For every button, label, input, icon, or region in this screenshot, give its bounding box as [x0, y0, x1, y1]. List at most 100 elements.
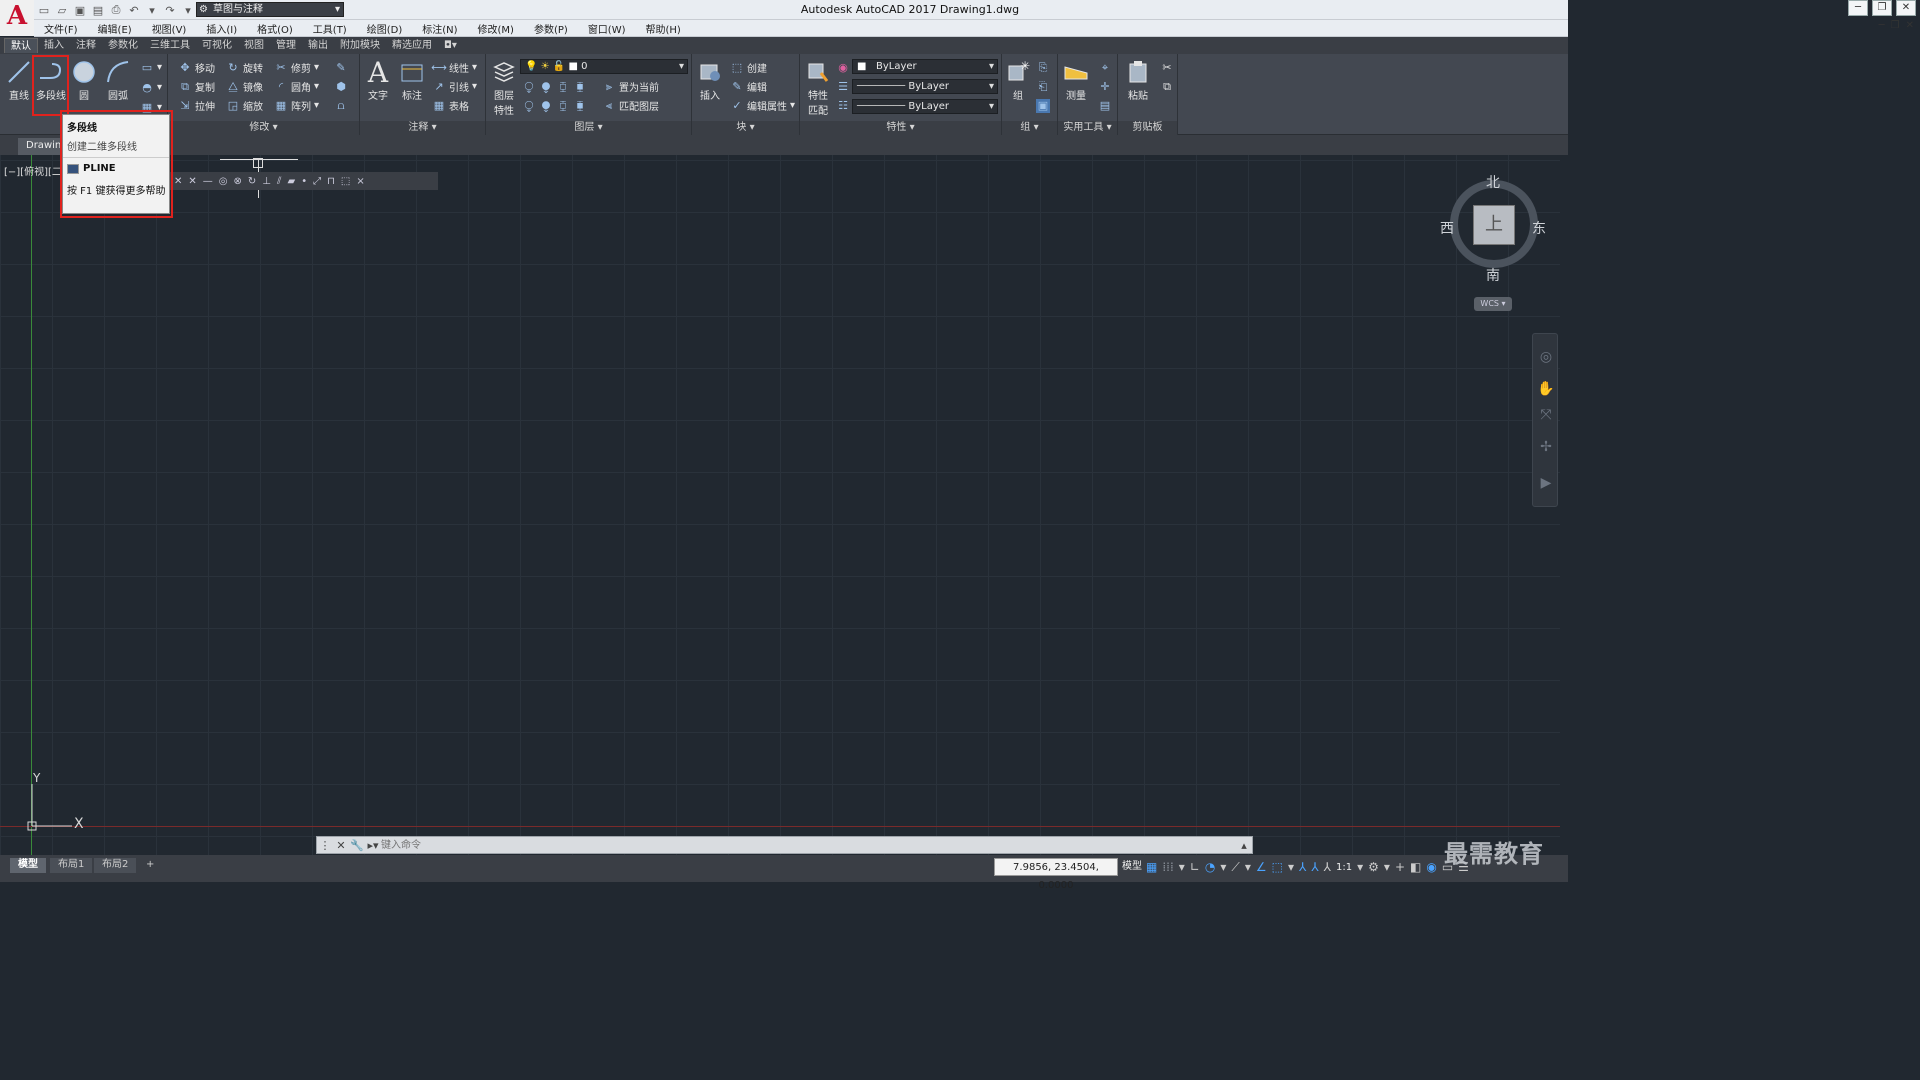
array-button[interactable]: ▦ 阵列 ▾: [274, 97, 319, 114]
panel-groups-title[interactable]: 组 ▾: [1002, 121, 1057, 135]
workspace-select[interactable]: ⚙ 草图与注释 ▾: [196, 2, 344, 17]
snap-line-icon[interactable]: —: [203, 176, 213, 187]
color-wheel-icon[interactable]: ◉: [836, 59, 850, 76]
panel-modify-title[interactable]: 修改 ▾: [168, 121, 359, 135]
paste-button[interactable]: 粘贴: [1122, 57, 1154, 102]
chevron-down-icon[interactable]: ▾: [1179, 860, 1185, 874]
viewcube-top-face[interactable]: 上: [1473, 205, 1515, 245]
grid-icon[interactable]: ▦: [1146, 860, 1157, 874]
osnap-icon[interactable]: ⬚: [1272, 860, 1283, 874]
compass-north[interactable]: 北: [1486, 172, 1500, 192]
menu-file[interactable]: 文件(F): [34, 21, 88, 36]
tab-view[interactable]: 视图: [238, 38, 270, 53]
menu-parametric[interactable]: 参数(P): [524, 21, 578, 36]
video-icon[interactable]: ◘▾: [438, 38, 463, 53]
snap-settings-icon[interactable]: ⬚: [341, 176, 350, 187]
object-snap-tracking-icon[interactable]: ∠: [1256, 860, 1267, 874]
edit-attributes-button[interactable]: ✓ 编辑属性 ▾: [730, 97, 795, 114]
steering-wheel-icon[interactable]: ◎: [1537, 348, 1555, 366]
snap-center-icon[interactable]: ◎: [219, 176, 228, 187]
chevron-down-icon[interactable]: ▾: [1384, 860, 1390, 874]
line-button[interactable]: 直线: [3, 57, 35, 102]
hardware-acceleration-icon[interactable]: ◉: [1426, 860, 1436, 874]
menu-format[interactable]: 格式(O): [247, 21, 303, 36]
panel-layers-title[interactable]: 图层 ▾: [486, 121, 691, 135]
save-icon[interactable]: ▣: [72, 2, 88, 18]
tab-default[interactable]: 默认: [4, 38, 38, 53]
arc-button[interactable]: 圆弧: [102, 57, 134, 102]
offset-icon[interactable]: ⩍: [334, 97, 348, 114]
table-button[interactable]: ▦ 表格: [432, 97, 469, 114]
snap-mode-icon[interactable]: ⁞⁞⁞: [1162, 860, 1173, 874]
tab-visualize[interactable]: 可视化: [196, 38, 238, 53]
plus-icon[interactable]: +: [1395, 860, 1405, 874]
zoom-extents-icon[interactable]: ⤧: [1537, 406, 1555, 424]
leader-button[interactable]: ↗ 引线 ▾: [432, 78, 477, 95]
snap-midpoint-icon[interactable]: ✕: [188, 176, 196, 187]
close-icon[interactable]: ✕: [333, 837, 349, 853]
open-file-icon[interactable]: ▱: [54, 2, 70, 18]
chevron-down-icon[interactable]: ▾: [180, 2, 196, 18]
tab-model[interactable]: 模型: [10, 858, 46, 873]
menu-edit[interactable]: 编辑(E): [88, 21, 142, 36]
annotation-scale-value[interactable]: 1:1: [1336, 862, 1352, 873]
menu-tools[interactable]: 工具(T): [303, 21, 357, 36]
cut-icon[interactable]: ✂: [1160, 59, 1174, 76]
layer-select[interactable]: 💡 ☀ 🔓 ■ 0 ▾: [520, 59, 688, 74]
layer-tools-row1[interactable]: ⧬ ⧭ ⧮ ⧯: [522, 78, 587, 95]
menu-view[interactable]: 视图(V): [142, 21, 197, 36]
tab-annotate[interactable]: 注释: [70, 38, 102, 53]
model-space-button[interactable]: 模型: [1120, 858, 1144, 876]
rotate-button[interactable]: ↻ 旋转: [226, 59, 263, 76]
ortho-icon[interactable]: ∟: [1190, 860, 1200, 874]
edit-block-button[interactable]: ✎ 编辑: [730, 78, 767, 95]
menu-window[interactable]: 窗口(W): [578, 21, 636, 36]
scale-button[interactable]: ◲ 缩放: [226, 97, 263, 114]
quick-select-icon[interactable]: ⌖: [1098, 59, 1112, 76]
undo-icon[interactable]: ↶: [126, 2, 142, 18]
lineweight-select[interactable]: ──────── ByLayer ▾: [852, 99, 998, 114]
snap-magnet-icon[interactable]: ⊓: [327, 176, 335, 187]
measure-button[interactable]: 测量: [1060, 57, 1092, 102]
menu-dimension[interactable]: 标注(N): [412, 21, 467, 36]
calculator-icon[interactable]: ▤: [1098, 97, 1112, 114]
move-button[interactable]: ✥ 移动: [178, 59, 215, 76]
panel-block-title[interactable]: 块 ▾: [692, 121, 799, 135]
compass-west[interactable]: 西: [1440, 218, 1454, 238]
tab-manage[interactable]: 管理: [270, 38, 302, 53]
dimension-button[interactable]: 标注: [396, 57, 428, 102]
tab-parametric[interactable]: 参数化: [102, 38, 144, 53]
explode-icon[interactable]: ⬢: [334, 78, 348, 95]
grip-icon[interactable]: ⋮: [317, 837, 333, 853]
layer-properties-button[interactable]: 图层 特性: [488, 57, 520, 117]
menu-draw[interactable]: 绘图(D): [357, 21, 413, 36]
match-layer-button[interactable]: ⫷ 匹配图层: [602, 97, 659, 114]
orbit-icon[interactable]: ✢: [1537, 438, 1555, 456]
stretch-button[interactable]: ⇲ 拉伸: [178, 97, 215, 114]
chevron-down-icon[interactable]: ▾: [1357, 860, 1363, 874]
app-menu-button[interactable]: A: [0, 0, 34, 36]
wrench-icon[interactable]: 🔧: [349, 837, 365, 853]
chevron-down-icon[interactable]: ▾: [1220, 860, 1226, 874]
snap-perpendicular-icon[interactable]: ⊥: [262, 176, 271, 187]
panel-properties-title[interactable]: 特性 ▾: [800, 121, 1001, 135]
new-file-icon[interactable]: ▭: [36, 2, 52, 18]
snap-endpoint-icon[interactable]: ✕: [174, 176, 182, 187]
isolate-icon[interactable]: ◧: [1410, 860, 1421, 874]
save-as-icon[interactable]: ▤: [90, 2, 106, 18]
trim-button[interactable]: ✂ 修剪 ▾: [274, 59, 319, 76]
rectangle-icon[interactable]: ▭ ▾: [140, 59, 162, 76]
lineweight-icon[interactable]: ☷: [836, 97, 850, 114]
drawing-canvas[interactable]: [0, 155, 1560, 855]
snap-rotate-icon[interactable]: ↻: [248, 176, 256, 187]
copy-clip-icon[interactable]: ⧉: [1160, 78, 1174, 95]
copy-button[interactable]: ⧉ 复制: [178, 78, 215, 95]
doc-minimize-button[interactable]: ─: [1879, 20, 1885, 31]
doc-restore-button[interactable]: ❐: [1891, 20, 1900, 31]
linetype-select[interactable]: ──────── ByLayer ▾: [852, 79, 998, 94]
erase-icon[interactable]: ✎: [334, 59, 348, 76]
ungroup-icon[interactable]: ⎘: [1036, 59, 1050, 76]
pan-icon[interactable]: ✋: [1537, 380, 1555, 398]
panel-clipboard-title[interactable]: 剪贴板: [1118, 121, 1177, 135]
tab-3d-tools[interactable]: 三维工具: [144, 38, 196, 53]
